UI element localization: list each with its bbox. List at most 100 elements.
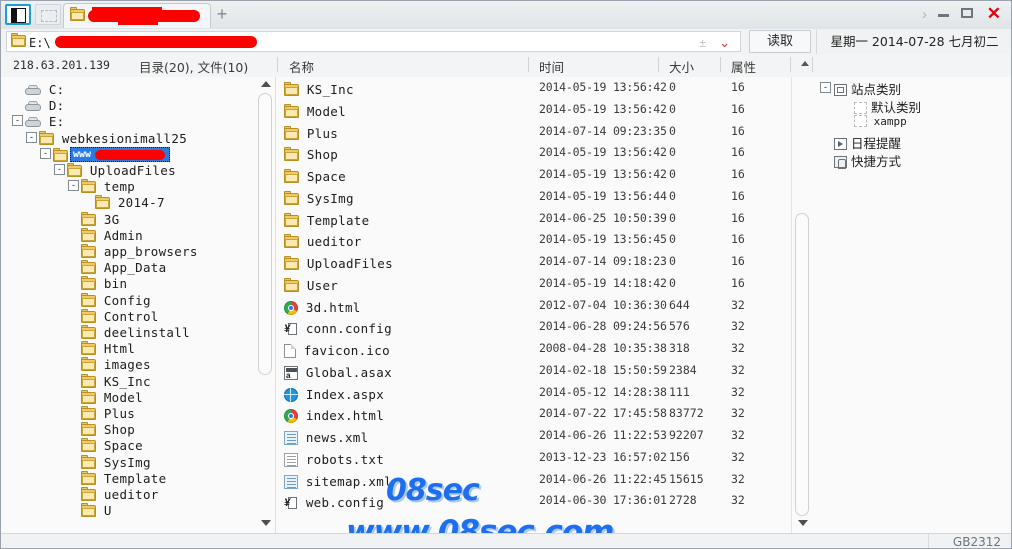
table-row[interactable]: ¥ web.config 2014-06-30 17:36:01 2728 32 <box>276 492 791 514</box>
tree-node[interactable]: KS_Inc <box>1 373 255 389</box>
file-scroll-down-icon[interactable] <box>798 520 808 526</box>
file-scroll-thumb[interactable] <box>795 213 809 516</box>
file-name-cell[interactable]: ueditor <box>284 234 362 249</box>
file-name-cell[interactable]: UploadFiles <box>284 256 393 271</box>
tree-node[interactable]: images <box>1 356 255 372</box>
tree-node-entry[interactable]: deelinstall <box>81 325 190 340</box>
table-row[interactable]: news.xml 2014-06-26 11:22:53 92207 32 <box>276 427 791 449</box>
table-row[interactable]: User 2014-05-19 14:18:42 0 16 <box>276 275 791 297</box>
table-row[interactable]: favicon.ico 2008-04-28 10:35:38 318 32 <box>276 340 791 362</box>
table-row[interactable]: Model 2014-05-19 13:56:42 0 16 <box>276 101 791 123</box>
file-name-cell[interactable]: SysImg <box>284 190 354 206</box>
tree-node-entry[interactable]: 2014-7 <box>95 195 165 210</box>
column-header-name[interactable]: 名称 <box>289 57 314 76</box>
table-row[interactable]: 3d.html 2012-07-04 10:36:30 644 32 <box>276 297 791 319</box>
tab-active[interactable] <box>63 3 211 28</box>
tree-node-entry[interactable]: UploadFiles <box>67 163 176 178</box>
expand-toggle-icon[interactable]: - <box>26 131 37 143</box>
minimize-button[interactable] <box>938 7 951 20</box>
plus-minus-icon[interactable]: ± <box>699 36 706 50</box>
tree-node[interactable]: App_Data <box>1 259 255 275</box>
tree-node-entry[interactable]: SysImg <box>81 454 151 470</box>
tree-node[interactable]: U <box>1 502 255 518</box>
file-name-cell[interactable]: Space <box>284 169 346 184</box>
file-name-cell[interactable]: Global.asax <box>284 365 392 380</box>
expand-toggle-icon[interactable]: - <box>12 115 23 127</box>
maximize-button[interactable] <box>961 7 975 20</box>
tree-node-entry[interactable]: images <box>81 357 151 372</box>
table-row[interactable]: robots.txt 2013-12-23 16:57:02 156 32 <box>276 449 791 471</box>
marquee-select-button[interactable] <box>35 4 61 25</box>
tree-scroll-up-icon[interactable] <box>261 81 271 87</box>
tree-node[interactable]: Plus <box>1 405 255 421</box>
tree-node-entry[interactable]: D: <box>25 98 64 113</box>
tree-scroll-thumb[interactable] <box>258 93 272 375</box>
tree-node[interactable]: - temp <box>1 178 255 194</box>
chevron-down-icon[interactable]: ⌄ <box>719 35 730 51</box>
table-row[interactable]: SysImg 2014-05-19 13:56:44 0 16 <box>276 188 791 210</box>
tree-node-entry[interactable]: 3G <box>81 211 119 227</box>
tree-node[interactable]: C: <box>1 81 255 97</box>
file-name-cell[interactable]: ¥ web.config <box>284 495 384 510</box>
table-row[interactable]: KS_Inc 2014-05-19 13:56:42 0 16 <box>276 79 791 101</box>
tree-node-entry[interactable]: Config <box>81 292 151 308</box>
column-header-size[interactable]: 大小 <box>669 57 694 76</box>
table-row[interactable]: UploadFiles 2014-07-14 09:18:23 0 16 <box>276 253 791 275</box>
file-name-cell[interactable]: index.html <box>284 408 384 424</box>
scroll-up-icon[interactable] <box>801 61 809 66</box>
tree-node[interactable]: deelinstall <box>1 324 255 340</box>
file-name-cell[interactable]: User <box>284 277 338 293</box>
expand-toggle-icon[interactable]: - <box>68 180 79 192</box>
column-header-time[interactable]: 时间 <box>539 57 564 76</box>
directory-tree[interactable]: C: D: - E: - webkesionimall25- www - UploadF… <box>1 77 256 533</box>
tree-node[interactable]: SysImg <box>1 454 255 470</box>
tree-node-entry[interactable]: temp <box>81 179 135 194</box>
tree-node[interactable]: - www <box>1 146 255 162</box>
file-name-cell[interactable]: robots.txt <box>284 452 384 467</box>
tree-node-entry[interactable]: Space <box>81 438 143 453</box>
table-row[interactable]: Global.asax 2014-02-18 15:50:592384 32 <box>276 362 791 384</box>
tree-node-entry[interactable]: Admin <box>81 227 143 243</box>
tree-node-entry[interactable]: app_browsers <box>81 244 198 259</box>
tree-node[interactable]: - UploadFiles <box>1 162 255 178</box>
tree-node-entry[interactable]: C: <box>25 82 64 97</box>
table-row[interactable]: Shop 2014-05-19 13:56:42 0 16 <box>276 144 791 166</box>
tree-node-entry[interactable]: Html <box>81 341 135 356</box>
table-row[interactable]: Space 2014-05-19 13:56:42 0 16 <box>276 166 791 188</box>
tree-node-entry[interactable]: webkesionimall25 <box>39 130 187 146</box>
tree-node[interactable]: - webkesionimall25 <box>1 130 255 146</box>
file-name-cell[interactable]: 3d.html <box>284 300 361 315</box>
table-row[interactable]: Index.aspx 2014-05-12 14:28:38 111 32 <box>276 384 791 406</box>
table-row[interactable]: Template 2014-06-25 10:50:39 0 16 <box>276 210 791 232</box>
tree-node[interactable]: 3G <box>1 211 255 227</box>
tree-scroll-down-icon[interactable] <box>261 520 271 526</box>
tree-node-entry[interactable]: U <box>81 503 112 518</box>
file-name-cell[interactable]: KS_Inc <box>284 82 354 97</box>
tree-node[interactable]: 2014-7 <box>1 194 255 210</box>
tree-node-entry[interactable]: Shop <box>81 422 135 437</box>
tree-node-entry[interactable]: Model <box>81 389 143 405</box>
tree-node[interactable]: Model <box>1 389 255 405</box>
tree-node[interactable]: Config <box>1 292 255 308</box>
tree-node[interactable]: - E: <box>1 113 255 129</box>
file-list[interactable]: KS_Inc 2014-05-19 13:56:42 0 16 Model 2014-0… <box>276 77 791 533</box>
tree-node-entry[interactable]: E: <box>25 114 64 129</box>
file-name-cell[interactable]: ¥ conn.config <box>284 321 392 336</box>
file-name-cell[interactable]: sitemap.xml <box>284 474 392 489</box>
tree-node-entry[interactable]: Control <box>81 308 159 324</box>
tree-node[interactable]: D: <box>1 97 255 113</box>
file-name-cell[interactable]: Shop <box>284 147 338 162</box>
tree-node[interactable]: ueditor <box>1 486 255 502</box>
table-row[interactable]: index.html 2014-07-22 17:45:58 83772 32 <box>276 405 791 427</box>
file-name-cell[interactable]: Template <box>284 212 369 228</box>
table-row[interactable]: Plus 2014-07-14 09:23:35 0 16 <box>276 123 791 145</box>
view-toggle-button[interactable] <box>5 4 31 25</box>
table-row[interactable]: sitemap.xml 2014-06-26 11:22:45 15615 32 <box>276 471 791 493</box>
tree-node-entry[interactable]: Plus <box>81 406 135 421</box>
tree-node[interactable]: bin <box>1 275 255 291</box>
site-category-panel[interactable]: - 站点类别 默认类别 xampp 日程提醒 快捷方式 <box>812 77 1011 533</box>
tree-node-selected[interactable]: www <box>70 146 170 162</box>
read-button[interactable]: 读取 <box>749 30 811 53</box>
tree-node-entry[interactable]: App_Data <box>81 260 166 275</box>
tree-node-entry[interactable]: ueditor <box>81 487 159 502</box>
